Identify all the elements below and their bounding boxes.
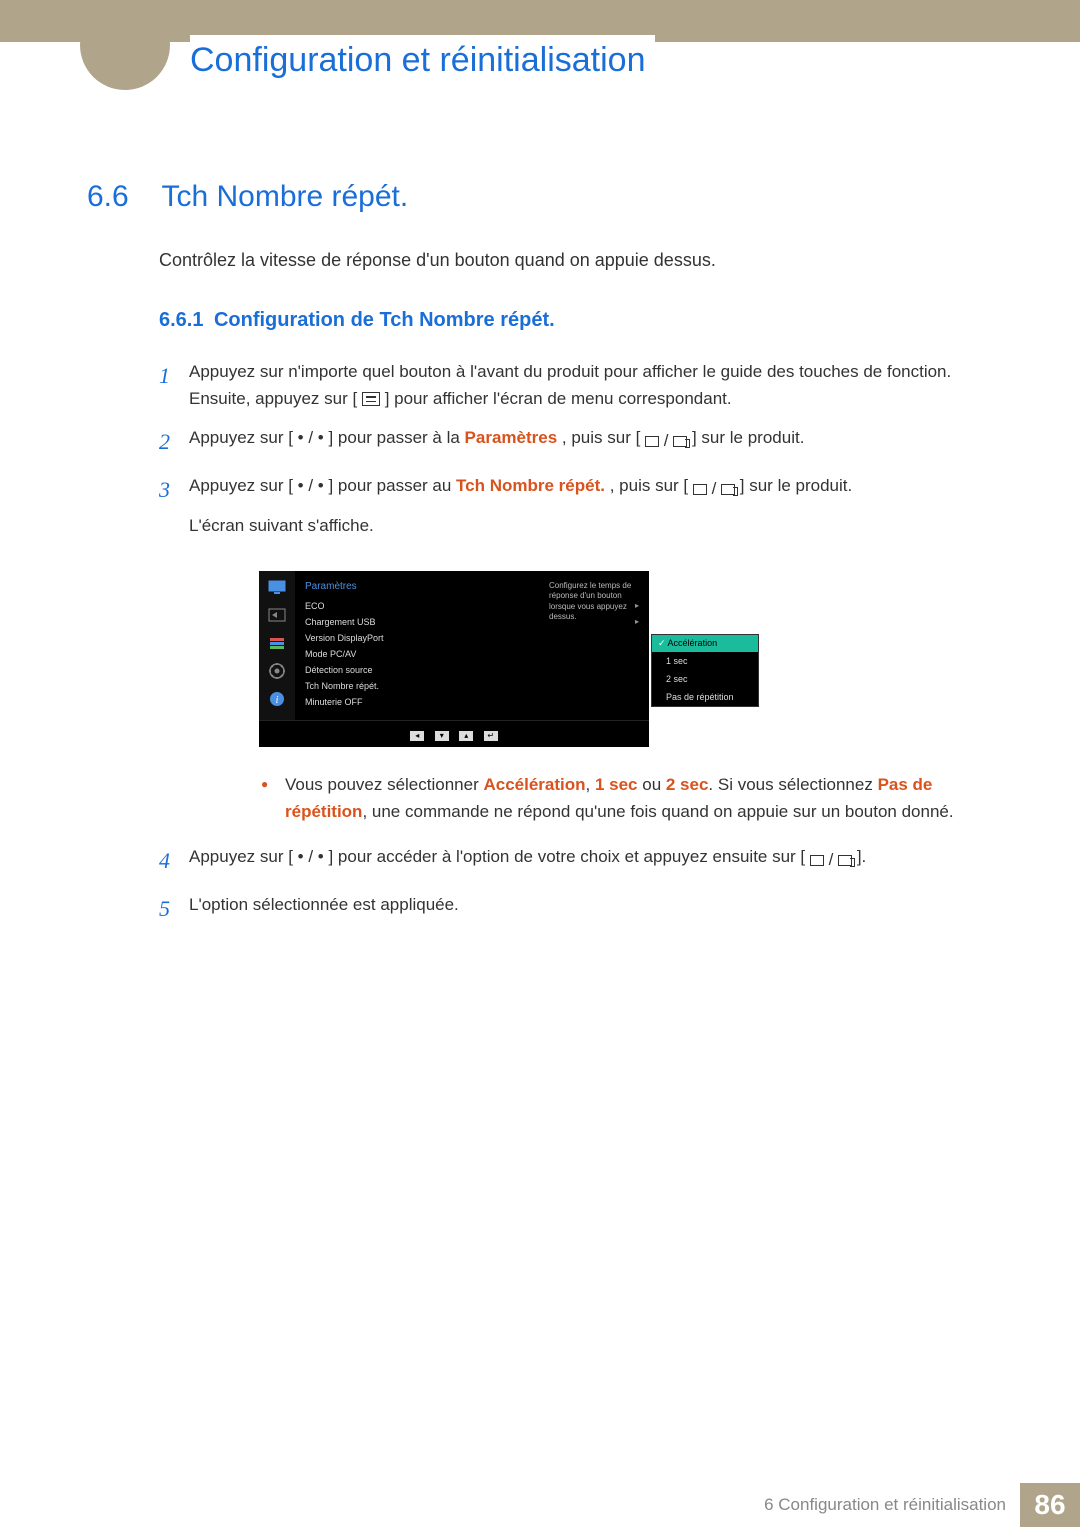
subsection-title: Configuration de Tch Nombre répét. [214,309,555,331]
step-4: 4 Appuyez sur [ • / • ] pour accéder à l… [159,843,987,878]
nav-down-icon: ▾ [435,731,449,741]
chapter-title: Configuration et réinitialisation [190,35,655,86]
chapter-badge [80,0,170,90]
step-5: 5 L'option sélectionnée est appliquée. [159,891,987,926]
osd-popup-option: 1 sec [652,652,758,670]
section-heading: 6.6 Tch Nombre répét. [87,180,987,214]
osd-item: Version DisplayPort [301,630,649,646]
step-text: Appuyez sur [ • / • ] pour accéder à l'o… [189,843,987,878]
step-text: L'option sélectionnée est appliquée. [189,891,987,926]
note-line: ● Vous pouvez sélectionner Accélération,… [261,771,987,825]
step-3-followup: L'écran suivant s'affiche. [189,512,987,539]
nav-enter-icon: ↵ [484,731,498,741]
osd-panel: i Paramètres ECO▸ Chargement USB▸ Versio… [259,571,649,747]
list-icon [267,635,287,651]
nav-left-icon: ◂ [410,731,424,741]
section-title: Tch Nombre répét. [161,180,408,213]
highlight-tch: Tch Nombre répét. [456,476,605,495]
info-icon: i [267,691,287,707]
page-footer: 6 Configuration et réinitialisation 86 [0,1483,1080,1527]
intro-text: Contrôlez la vitesse de réponse d'un bou… [159,250,987,271]
step-number: 2 [159,424,189,459]
pip-icon [267,607,287,623]
nav-up-icon: ▴ [459,731,473,741]
footer-chapter: 6 Configuration et réinitialisation [764,1483,1020,1527]
osd-navbar: ◂ ▾ ▴ ↵ [259,720,649,747]
step-number: 4 [159,843,189,878]
osd-popup-option: Pas de répétition [652,688,758,706]
confirm-icon: / [645,427,687,454]
confirm-icon: / [810,846,852,873]
osd-item: Minuterie OFF [301,694,649,710]
bullet-icon: ● [261,771,285,825]
svg-text:i: i [276,695,279,706]
step-number: 5 [159,891,189,926]
page-number: 86 [1020,1483,1080,1527]
osd-popup-option: 2 sec [652,670,758,688]
osd-sidebar: i [259,571,295,720]
osd-item: Mode PC/AV [301,646,649,662]
step-text: Appuyez sur [ • / • ] pour passer au Tch… [189,472,987,551]
step-2: 2 Appuyez sur [ • / • ] pour passer à la… [159,424,987,459]
settings-icon [267,663,287,679]
subsection-number: 6.6.1 [159,309,203,332]
subsection-heading: 6.6.1 Configuration de Tch Nombre répét. [159,309,987,332]
osd-popup-selected: Accélération [652,635,758,652]
step-3: 3 Appuyez sur [ • / • ] pour passer au T… [159,472,987,551]
osd-item: Détection source [301,662,649,678]
menu-icon [362,392,380,406]
highlight-parametres: Paramètres [465,428,558,447]
step-number: 1 [159,358,189,412]
osd-item: Tch Nombre répét. [301,678,649,694]
step-text: Appuyez sur [ • / • ] pour passer à la P… [189,424,987,459]
osd-help-text: Configurez le temps de réponse d'un bout… [549,581,641,623]
manual-page: Configuration et réinitialisation 6.6 Tc… [0,0,1080,1527]
steps-list: 1 Appuyez sur n'importe quel bouton à l'… [159,358,987,926]
confirm-icon: / [693,475,735,502]
content-area: 6.6 Tch Nombre répét. Contrôlez la vites… [87,180,987,938]
osd-screenshot: i Paramètres ECO▸ Chargement USB▸ Versio… [259,571,987,747]
osd-main: Paramètres ECO▸ Chargement USB▸ Version … [295,571,649,720]
osd-popup: Accélération 1 sec 2 sec Pas de répétiti… [651,634,759,707]
display-icon [267,579,287,595]
step-1: 1 Appuyez sur n'importe quel bouton à l'… [159,358,987,412]
section-number: 6.6 [87,180,157,214]
step-text: Appuyez sur n'importe quel bouton à l'av… [189,358,987,412]
step-number: 3 [159,472,189,551]
note-block: ● Vous pouvez sélectionner Accélération,… [261,771,987,825]
note-text: Vous pouvez sélectionner Accélération, 1… [285,771,987,825]
